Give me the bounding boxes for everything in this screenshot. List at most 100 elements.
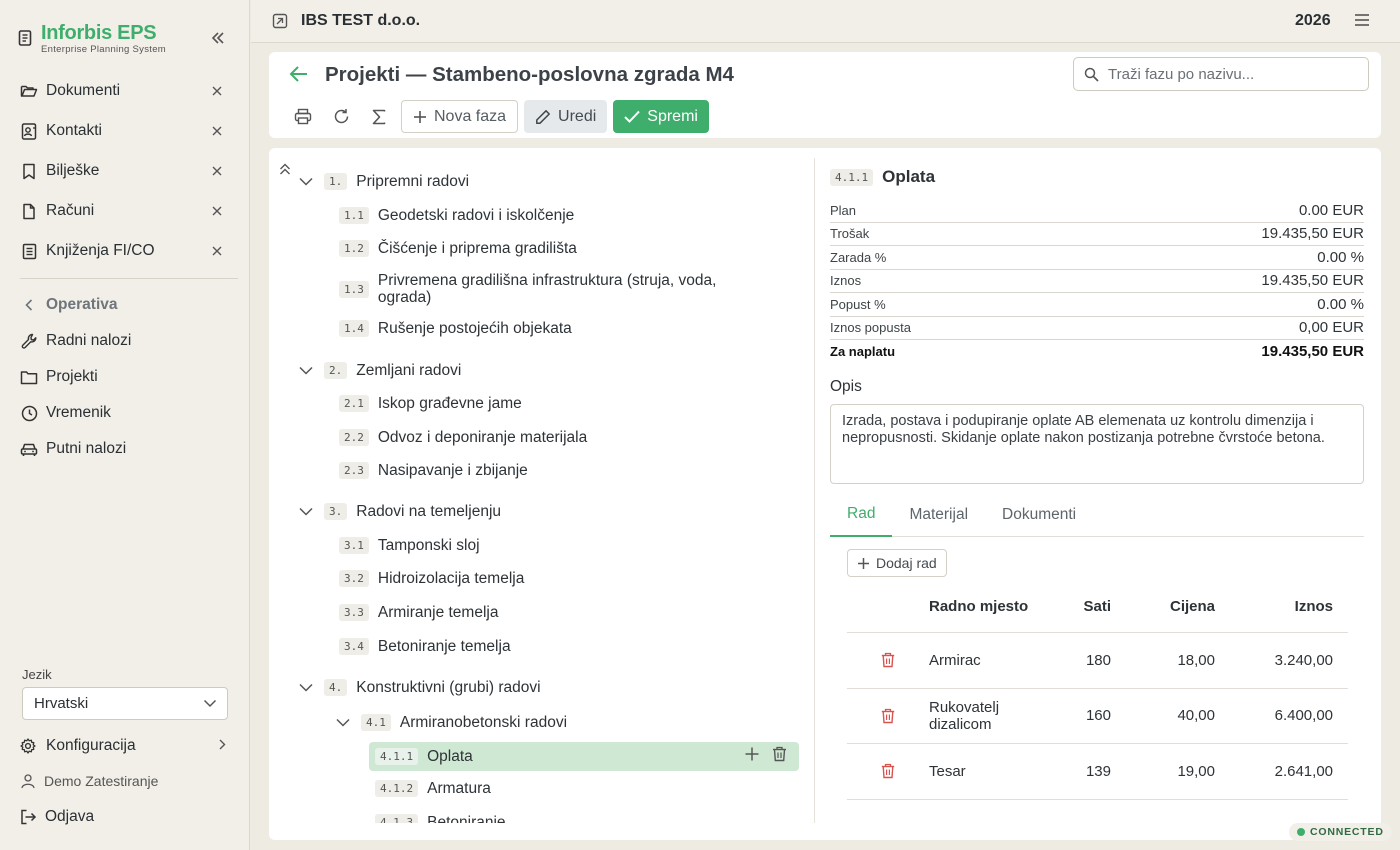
close-icon[interactable] <box>208 82 226 100</box>
phase-label: Privremena gradilišna infrastruktura (st… <box>377 272 717 306</box>
tree-node-3[interactable]: 3. Radovi na temeljenju <box>295 500 501 522</box>
configuration-label: Konfiguracija <box>46 737 136 754</box>
description-textarea[interactable]: Izrada, postava i podupiranje oplate AB … <box>830 404 1364 484</box>
table-header: Radno mjesto Sati Cijena Iznos <box>847 581 1348 633</box>
open-item-knjizenja[interactable]: Knjiženja FI/CO <box>0 231 250 271</box>
tree-node-4-1-1[interactable]: 4.1.1 Oplata <box>369 742 799 771</box>
column-sati[interactable]: Sati <box>1029 598 1111 615</box>
document-icon <box>18 30 33 46</box>
tab-materijal[interactable]: Materijal <box>892 493 985 537</box>
sidebar-item-radni-nalozi[interactable]: Radni nalozi <box>0 323 250 359</box>
sidebar-item-putni-nalozi[interactable]: Putni nalozi <box>0 431 250 467</box>
phase-number: 4.1.1 <box>375 748 419 765</box>
tree-node-3-4[interactable]: 3.4 Betoniranje temelja <box>339 638 511 655</box>
phase-detail: 4.1.1 Oplata Plan 0.00 EUR Trošak 19.435,5… <box>830 148 1364 823</box>
toolbar: Nova faza Uredi Spremi <box>287 100 709 133</box>
check-icon <box>624 110 641 123</box>
phase-number: 2. <box>324 361 348 379</box>
new-phase-button[interactable]: Nova faza <box>401 100 519 133</box>
tree-node-3-3[interactable]: 3.3 Armiranje temelja <box>339 604 498 621</box>
tab-dokumenti[interactable]: Dokumenti <box>985 493 1093 537</box>
chevron-down-icon[interactable] <box>295 676 317 698</box>
tree-node-2-2[interactable]: 2.2 Odvoz i deponiranje materijala <box>339 429 587 446</box>
chevron-down-icon[interactable] <box>295 359 317 381</box>
trash-icon[interactable] <box>772 746 787 762</box>
delete-row-icon[interactable] <box>847 763 929 779</box>
language-label: Jezik <box>22 667 52 682</box>
folder-icon <box>20 368 38 386</box>
tree-node-1-3[interactable]: 1.3 Privremena gradilišna infrastruktura… <box>339 272 739 306</box>
tree-node-2[interactable]: 2. Zemljani radovi <box>295 359 461 381</box>
add-work-button[interactable]: Dodaj rad <box>847 549 947 577</box>
tree-node-2-3[interactable]: 2.3 Nasipavanje i zbijanje <box>339 462 528 479</box>
tree-node-4-1-3[interactable]: 4.1.3 Betoniranje <box>375 814 506 823</box>
chevron-down-icon[interactable] <box>295 500 317 522</box>
column-cijena[interactable]: Cijena <box>1111 598 1215 615</box>
table-row[interactable]: Rukovatelj dizalicom 160 40,00 6.400,00 <box>847 689 1348 744</box>
configuration-link[interactable]: Konfiguracija <box>20 735 230 757</box>
language-select[interactable]: Hrvatski <box>22 687 228 720</box>
tree-node-3-2[interactable]: 3.2 Hidroizolacija temelja <box>339 570 524 587</box>
brand[interactable]: Inforbis EPS Enterprise Planning System <box>18 22 166 55</box>
phase-label: Armiranobetonski radovi <box>399 713 568 731</box>
cell-cijena: 18,00 <box>1177 651 1215 669</box>
back-arrow-icon[interactable] <box>289 65 309 83</box>
logout-link[interactable]: Odjava <box>20 808 94 826</box>
chevron-right-icon <box>219 739 226 750</box>
tab-rad[interactable]: Rad <box>830 493 893 537</box>
chevron-down-icon[interactable] <box>332 711 354 733</box>
save-label: Spremi <box>647 107 698 125</box>
tree-node-3-1[interactable]: 3.1 Tamponski sloj <box>339 537 480 554</box>
delete-row-icon[interactable] <box>847 708 929 724</box>
chevron-down-icon[interactable] <box>295 170 317 192</box>
sum-icon[interactable] <box>363 101 395 133</box>
save-button[interactable]: Spremi <box>613 100 709 133</box>
tree-node-2-1[interactable]: 2.1 Iskop građevne jame <box>339 395 522 412</box>
close-icon[interactable] <box>208 242 226 260</box>
phase-number: 1. <box>324 172 348 190</box>
refresh-icon[interactable] <box>325 101 357 133</box>
add-child-icon[interactable] <box>744 746 760 762</box>
phase-number: 1.3 <box>339 280 369 298</box>
open-item-dokumenti[interactable]: Dokumenti <box>0 71 250 111</box>
phase-search-input[interactable]: Traži fazu po nazivu... <box>1073 57 1369 91</box>
summary-value: 19.435,50 EUR <box>1261 343 1364 361</box>
tree-node-4-1[interactable]: 4.1 Armiranobetonski radovi <box>332 711 567 733</box>
summary-value: 0,00 EUR <box>1298 319 1364 337</box>
fiscal-year[interactable]: 2026 <box>1295 12 1331 30</box>
table-row[interactable]: Armirac 180 18,00 3.240,00 <box>847 633 1348 689</box>
tree-node-4-1-2[interactable]: 4.1.2 Armatura <box>375 780 491 797</box>
print-icon[interactable] <box>287 101 319 133</box>
delete-row-icon[interactable] <box>847 652 929 668</box>
sidebar: Inforbis EPS Enterprise Planning System … <box>0 0 250 850</box>
current-user: Demo Zatestiranje <box>20 773 158 789</box>
open-item-kontakti[interactable]: Kontakti <box>0 111 250 151</box>
collapse-all-icon[interactable] <box>279 163 291 177</box>
close-icon[interactable] <box>208 122 226 140</box>
tree-node-4[interactable]: 4. Konstruktivni (grubi) radovi <box>295 676 541 698</box>
phase-label: Betoniranje <box>427 814 506 823</box>
close-icon[interactable] <box>208 162 226 180</box>
sidebar-section-operativa[interactable]: Operativa <box>0 287 250 323</box>
sidebar-item-projekti[interactable]: Projekti <box>0 359 250 395</box>
plus-icon <box>857 557 870 570</box>
tree-node-1-4[interactable]: 1.4 Rušenje postojećih objekata <box>339 320 572 337</box>
cell-radno-mjesto: Rukovatelj dizalicom <box>929 698 1000 733</box>
cell-radno-mjesto: Tesar <box>929 762 966 780</box>
open-item-biljeske[interactable]: Bilješke <box>0 151 250 191</box>
collapse-sidebar-icon[interactable] <box>208 29 228 47</box>
sidebar-item-vremenik[interactable]: Vremenik <box>0 395 250 431</box>
edit-button[interactable]: Uredi <box>524 100 608 133</box>
external-link-icon[interactable] <box>272 13 288 29</box>
hamburger-menu-icon[interactable] <box>1354 13 1370 27</box>
tree-node-1-1[interactable]: 1.1 Geodetski radovi i iskolčenje <box>339 207 574 224</box>
phase-label: Geodetski radovi i iskolčenje <box>377 207 575 224</box>
phase-label: Oplata <box>427 748 473 765</box>
table-row[interactable]: Tesar 139 19,00 2.641,00 <box>847 744 1348 800</box>
tree-node-1[interactable]: 1. Pripremni radovi <box>295 170 469 192</box>
column-radno-mjesto[interactable]: Radno mjesto <box>929 598 1029 615</box>
open-item-racuni[interactable]: Računi <box>0 191 250 231</box>
close-icon[interactable] <box>208 202 226 220</box>
column-iznos[interactable]: Iznos <box>1215 598 1333 615</box>
tree-node-1-2[interactable]: 1.2 Čišćenje i priprema gradilišta <box>339 240 577 257</box>
